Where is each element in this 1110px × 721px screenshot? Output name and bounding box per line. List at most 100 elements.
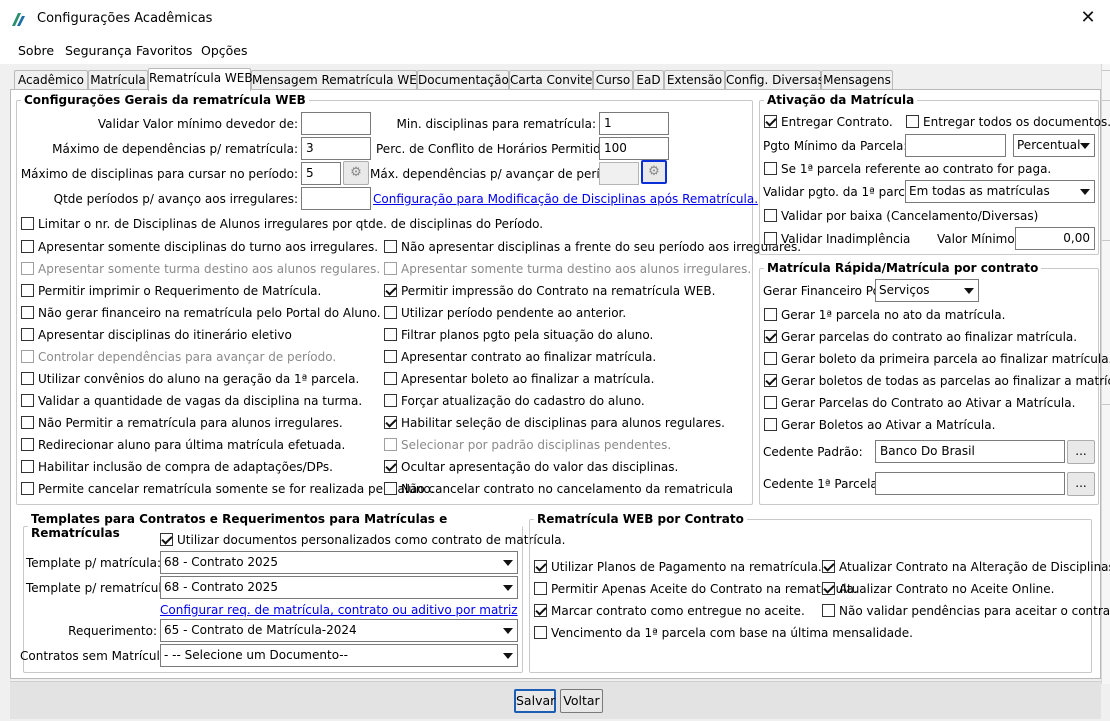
tab-mensagem-rematricula-web[interactable]: Mensagem Rematrícula WEB	[251, 70, 425, 90]
utilizar-documentos-checkbox[interactable]: Utilizar documentos personalizados como …	[160, 533, 565, 549]
rapida-checkbox-1[interactable]: Gerar parcelas do contrato ao finalizar …	[764, 330, 1077, 346]
min-disciplinas-input[interactable]: 1	[599, 112, 669, 135]
general-right-label-5: Apresentar contrato ao finalizar matrícu…	[401, 350, 657, 364]
requerimento-select[interactable]: 65 - Contrato de Matrícula-2024	[160, 619, 518, 642]
general-left-box-6	[21, 372, 34, 385]
general-left-checkbox-10[interactable]: Habilitar inclusão de compra de adaptaçõ…	[21, 460, 333, 476]
rapida-checkbox-5[interactable]: Gerar Boletos ao Ativar a Matrícula.	[764, 418, 995, 434]
valor-minimo-input[interactable]: 0,00	[1015, 227, 1095, 250]
tab-rematricula-web[interactable]: Rematrícula WEB	[148, 68, 253, 91]
menu-favoritos[interactable]: Favoritos	[136, 43, 192, 58]
web-left-checkbox-3[interactable]: Vencimento da 1ª parcela com base na últ…	[534, 626, 913, 642]
rapida-checkbox-2[interactable]: Gerar boleto da primeira parcela ao fina…	[764, 352, 1110, 368]
general-right-checkbox-0[interactable]: Não apresentar disciplinas a frente do s…	[384, 240, 801, 256]
menu-seguranca[interactable]: Segurança	[65, 43, 132, 58]
cedente-primeira-input[interactable]	[875, 472, 1065, 495]
tab-academico[interactable]: Acadêmico	[14, 70, 88, 90]
general-right-label-7: Forçar atualização do cadastro do aluno.	[401, 394, 645, 408]
back-button[interactable]: Voltar	[560, 689, 603, 713]
tab-documentacao[interactable]: Documentação	[417, 70, 509, 90]
general-left-checkbox-3[interactable]: Não gerar financeiro na rematrícula pelo…	[21, 306, 381, 322]
web-right-checkbox-2[interactable]: Não validar pendências para aceitar o co…	[822, 604, 1110, 620]
web-left-checkbox-2[interactable]: Marcar contrato como entregue no aceite.	[534, 604, 805, 620]
menu-opcoes[interactable]: Opções	[201, 43, 248, 58]
qtde-periodos-input[interactable]	[301, 187, 371, 210]
general-left-label-11: Permite cancelar rematrícula somente se …	[38, 482, 435, 496]
config-modificacao-link[interactable]: Configuração para Modificação de Discipl…	[373, 192, 758, 206]
general-right-checkbox-8[interactable]: Habilitar seleção de disciplinas para al…	[384, 416, 725, 432]
general-right-checkbox-2[interactable]: Permitir impressão do Contrato na rematr…	[384, 284, 715, 300]
tab-matricula[interactable]: Matrícula	[88, 70, 148, 90]
tab-extensao[interactable]: Extensão	[664, 70, 725, 90]
general-right-box-10	[384, 460, 397, 473]
max-dependencias-input[interactable]: 3	[301, 137, 371, 160]
general-left-label-3: Não gerar financeiro na rematrícula pelo…	[38, 306, 381, 320]
general-left-checkbox-6[interactable]: Utilizar convênios do aluno na geração d…	[21, 372, 359, 388]
general-right-checkbox-4[interactable]: Filtrar planos pgto pela situação do alu…	[384, 328, 653, 344]
configurar-req-link[interactable]: Configurar req. de matrícula, contrato o…	[160, 603, 518, 617]
perc-conflito-input[interactable]: 100	[599, 137, 669, 160]
rapida-box-2	[764, 352, 777, 365]
close-icon[interactable]: ✕	[1076, 6, 1100, 30]
cedente-padrao-input[interactable]: Banco Do Brasil	[875, 440, 1065, 463]
general-right-checkbox-6[interactable]: Apresentar boleto ao finalizar a matrícu…	[384, 372, 654, 388]
pgto-minimo-input[interactable]	[905, 134, 1006, 157]
max-disciplinas-gear-icon[interactable]: ⚙	[343, 161, 369, 185]
rapida-checkbox-4[interactable]: Gerar Parcelas do Contrato ao Ativar a M…	[764, 396, 1075, 412]
web-right-checkbox-0[interactable]: Atualizar Contrato na Alteração de Disci…	[822, 560, 1110, 576]
web-left-checkbox-1[interactable]: Permitir Apenas Aceite do Contrato na re…	[534, 582, 858, 598]
web-left-checkbox-0[interactable]: Utilizar Planos de Pagamento na rematríc…	[534, 560, 822, 576]
general-right-label-4: Filtrar planos pgto pela situação do alu…	[401, 328, 654, 342]
template-rematricula-select[interactable]: 68 - Contrato 2025	[160, 576, 518, 599]
general-right-checkbox-10[interactable]: Ocultar apresentação do valor das discip…	[384, 460, 678, 476]
tab-curso[interactable]: Curso	[593, 70, 633, 90]
general-left-box-11	[21, 482, 34, 495]
entregar-contrato-checkbox[interactable]: Entregar Contrato.	[764, 115, 893, 131]
tab-strip: Acadêmico Matrícula Rematrícula WEB Mens…	[10, 68, 1100, 91]
se-primeira-parcela-checkbox[interactable]: Se 1ª parcela referente ao contrato for …	[764, 162, 1051, 178]
tab-mensagens[interactable]: Mensagens	[821, 70, 893, 90]
general-left-checkbox-7[interactable]: Validar a quantidade de vagas da discipl…	[21, 394, 362, 410]
general-left-checkbox-4[interactable]: Apresentar disciplinas do itinerário ele…	[21, 328, 292, 344]
menu-sobre[interactable]: Sobre	[18, 43, 54, 58]
general-right-label-6: Apresentar boleto ao finalizar a matrícu…	[401, 372, 655, 386]
save-button[interactable]: Salvar	[514, 689, 556, 713]
general-left-checkbox-9[interactable]: Redirecionar aluno para última matrícula…	[21, 438, 345, 454]
template-matricula-select[interactable]: 68 - Contrato 2025	[160, 551, 518, 574]
cedente-padrao-browse-button[interactable]: ...	[1067, 440, 1095, 464]
web-right-box-2	[822, 604, 835, 617]
general-right-checkbox-7[interactable]: Forçar atualização do cadastro do aluno.	[384, 394, 645, 410]
rapida-checkbox-0[interactable]: Gerar 1ª parcela no ato da matrícula.	[764, 308, 1005, 324]
general-left-box-10	[21, 460, 34, 473]
limitar-disciplinas-checkbox[interactable]: Limitar o nr. de Disciplinas de Alunos i…	[21, 217, 543, 233]
tab-carta-convite[interactable]: Carta Convite	[509, 70, 593, 90]
general-left-checkbox-11[interactable]: Permite cancelar rematrícula somente se …	[21, 482, 434, 498]
validar-inadimplencia-box	[764, 232, 777, 245]
web-right-checkbox-1[interactable]: Atualizar Contrato no Aceite Online.	[822, 582, 1054, 598]
chevron-down-icon	[1080, 143, 1090, 149]
general-right-box-7	[384, 394, 397, 407]
general-left-checkbox-8[interactable]: Não Permitir a rematrícula para alunos i…	[21, 416, 343, 432]
tab-config-diversas[interactable]: Config. Diversas	[725, 70, 824, 90]
general-right-checkbox-5[interactable]: Apresentar contrato ao finalizar matrícu…	[384, 350, 656, 366]
validar-valor-input[interactable]	[301, 112, 371, 135]
contratos-sem-matricula-select[interactable]: - -- Selecione um Documento--	[160, 644, 518, 667]
general-right-label-3: Utilizar período pendente ao anterior.	[401, 306, 627, 320]
general-right-checkbox-11[interactable]: Não cancelar contrato no cancelamento da…	[384, 482, 733, 498]
general-left-label-10: Habilitar inclusão de compra de adaptaçõ…	[38, 460, 333, 474]
general-left-checkbox-0[interactable]: Apresentar somente disciplinas do turno …	[21, 240, 378, 256]
entregar-todos-checkbox[interactable]: Entregar todos os documentos.	[906, 115, 1110, 131]
tab-ead[interactable]: EaD	[633, 70, 664, 90]
gerar-financeiro-select[interactable]: Serviços	[875, 279, 979, 302]
general-right-checkbox-3[interactable]: Utilizar período pendente ao anterior.	[384, 306, 626, 322]
validar-pgto-select[interactable]: Em todas as matrículas	[905, 180, 1095, 203]
max-dep-avancar-gear-icon[interactable]: ⚙	[641, 160, 667, 184]
cedente-padrao-label: Cedente Padrão:	[763, 445, 863, 459]
rapida-checkbox-3[interactable]: Gerar boletos de todas as parcelas ao fi…	[764, 374, 1110, 390]
general-left-checkbox-2[interactable]: Permitir imprimir o Requerimento de Matr…	[21, 284, 321, 300]
max-disciplinas-input[interactable]: 5	[301, 162, 341, 185]
pgto-tipo-select[interactable]: Percentual	[1013, 134, 1095, 157]
validar-baixa-checkbox[interactable]: Validar por baixa (Cancelamento/Diversas…	[764, 209, 1038, 225]
validar-inadimplencia-checkbox[interactable]: Validar Inadimplência	[764, 232, 910, 248]
cedente-primeira-browse-button[interactable]: ...	[1067, 472, 1095, 496]
